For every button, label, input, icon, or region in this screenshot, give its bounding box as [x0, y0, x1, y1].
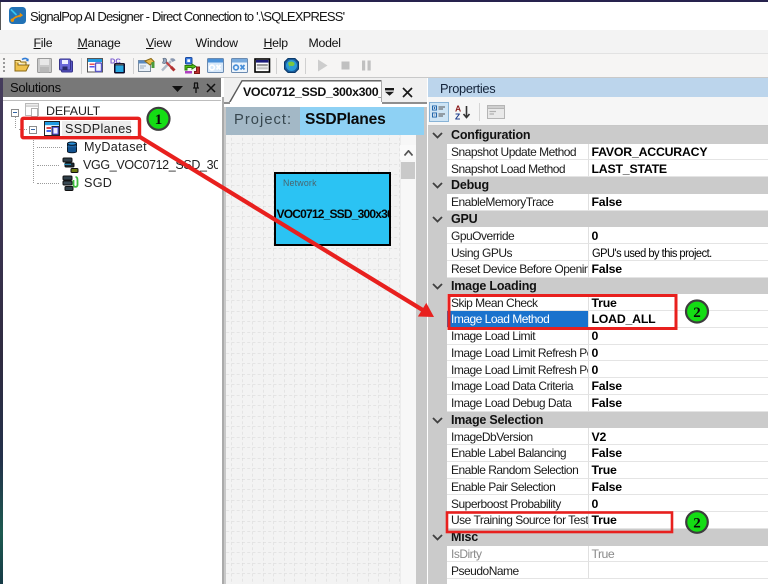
- svg-text:Z: Z: [455, 112, 460, 121]
